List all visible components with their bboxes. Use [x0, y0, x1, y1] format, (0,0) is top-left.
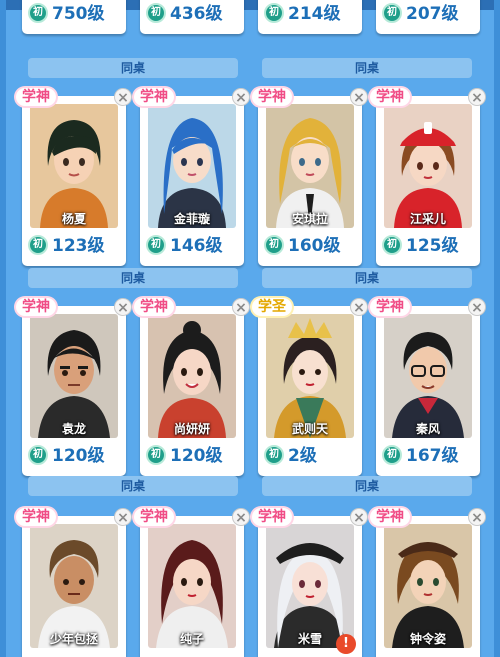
- stage-icon: 初: [146, 235, 166, 255]
- rank-badge: 学神: [16, 508, 56, 526]
- rank-badge: 学神: [252, 508, 292, 526]
- stage-icon: 初: [28, 235, 48, 255]
- close-icon[interactable]: ×: [350, 508, 368, 526]
- close-icon[interactable]: ×: [350, 298, 368, 316]
- level-text: 160级: [288, 236, 341, 256]
- deskmate-bar[interactable]: 同桌: [28, 268, 238, 288]
- character-name: 纯子: [179, 632, 204, 646]
- student-card[interactable]: 米雪 ! 学神 ×: [252, 508, 368, 657]
- close-icon[interactable]: ×: [114, 88, 132, 106]
- close-icon[interactable]: ×: [232, 508, 250, 526]
- student-card[interactable]: 初 207级: [376, 0, 480, 34]
- close-icon[interactable]: ×: [350, 88, 368, 106]
- deskmate-bar[interactable]: 同桌: [262, 268, 472, 288]
- student-card[interactable]: 秦风 初 167级 学神 ×: [370, 298, 486, 476]
- level-row: 初 167级: [376, 442, 480, 470]
- deskmate-bar[interactable]: 同桌: [262, 58, 472, 78]
- level-text: 120级: [170, 446, 223, 466]
- student-card[interactable]: 江采儿 初 125级 学神 ×: [370, 88, 486, 266]
- stage-icon: 初: [382, 445, 402, 465]
- deskmate-bar[interactable]: 同桌: [28, 476, 238, 496]
- close-icon[interactable]: ×: [114, 298, 132, 316]
- level-row: 初 214级: [258, 0, 362, 28]
- student-card[interactable]: 初 750级: [22, 0, 126, 34]
- character-name: 杨夏: [61, 212, 86, 226]
- level-row: 初 146级: [140, 232, 244, 260]
- character-name: 武则天: [291, 422, 328, 436]
- level-text: 214级: [288, 4, 341, 24]
- rank-badge: 学神: [370, 508, 410, 526]
- character-name: 金菲璇: [173, 212, 210, 226]
- level-text: 436级: [170, 4, 223, 24]
- stage-icon: 初: [382, 3, 402, 23]
- student-card[interactable]: 杨夏 初 123级 学神 ×: [16, 88, 132, 266]
- student-card[interactable]: 武则天 初 2级 学圣 ×: [252, 298, 368, 476]
- close-icon[interactable]: ×: [468, 508, 486, 526]
- character-name: 尚妍妍: [173, 422, 210, 436]
- student-card[interactable]: 金菲璇 初 146级 学神 ×: [134, 88, 250, 266]
- level-row: 初 125级: [376, 232, 480, 260]
- stage-icon: 初: [264, 3, 284, 23]
- student-card[interactable]: 少年包拯 学神 ×: [16, 508, 132, 657]
- level-row: 初 160级: [258, 232, 362, 260]
- close-icon[interactable]: ×: [114, 508, 132, 526]
- stage-icon: 初: [264, 235, 284, 255]
- level-text: 123级: [52, 236, 105, 256]
- deskmate-bar[interactable]: 同桌: [28, 58, 238, 78]
- character-name: 安琪拉: [291, 212, 328, 226]
- rank-badge: 学神: [370, 298, 410, 316]
- partner-roster-board: 初 750级 初 436级 初 214级 初 207级 同桌 同桌 杨夏 初 1…: [6, 0, 494, 657]
- character-name: 江采儿: [409, 212, 446, 226]
- alert-icon[interactable]: !: [336, 634, 356, 654]
- stage-icon: 初: [264, 445, 284, 465]
- student-card[interactable]: 初 214级: [258, 0, 362, 34]
- rank-badge: 学神: [134, 298, 174, 316]
- stage-icon: 初: [146, 445, 166, 465]
- level-text: 120级: [52, 446, 105, 466]
- close-icon[interactable]: ×: [468, 88, 486, 106]
- rank-badge: 学神: [370, 88, 410, 106]
- level-row: 初 123级: [22, 232, 126, 260]
- level-text: 207级: [406, 4, 459, 24]
- character-name: 少年包拯: [49, 632, 98, 646]
- character-name: 秦风: [415, 422, 440, 436]
- level-row: 初 2级: [258, 442, 362, 470]
- character-name: 袁龙: [61, 422, 86, 436]
- level-text: 750级: [52, 4, 105, 24]
- student-card[interactable]: 钟令姿 学神 ×: [370, 508, 486, 657]
- level-text: 146级: [170, 236, 223, 256]
- level-row: 初 750级: [22, 0, 126, 28]
- stage-icon: 初: [382, 235, 402, 255]
- level-row: 初 436级: [140, 0, 244, 28]
- student-card[interactable]: 袁龙 初 120级 学神 ×: [16, 298, 132, 476]
- rank-badge: 学神: [252, 88, 292, 106]
- rank-badge: 学神: [134, 508, 174, 526]
- student-card[interactable]: 安琪拉 初 160级 学神 ×: [252, 88, 368, 266]
- stage-icon: 初: [28, 445, 48, 465]
- rank-badge: 学圣: [252, 298, 292, 316]
- rank-badge: 学神: [16, 298, 56, 316]
- level-text: 125级: [406, 236, 459, 256]
- stage-icon: 初: [28, 3, 48, 23]
- character-name: 钟令姿: [409, 632, 446, 646]
- deskmate-bar[interactable]: 同桌: [262, 476, 472, 496]
- rank-badge: 学神: [16, 88, 56, 106]
- stage-icon: 初: [146, 3, 166, 23]
- student-card[interactable]: 尚妍妍 初 120级 学神 ×: [134, 298, 250, 476]
- level-row: 初 120级: [22, 442, 126, 470]
- student-card[interactable]: 初 436级: [140, 0, 244, 34]
- level-text: 167级: [406, 446, 459, 466]
- close-icon[interactable]: ×: [468, 298, 486, 316]
- rank-badge: 学神: [134, 88, 174, 106]
- level-text: 2级: [288, 446, 317, 466]
- student-card[interactable]: 纯子 学神 ×: [134, 508, 250, 657]
- level-row: 初 120级: [140, 442, 244, 470]
- level-row: 初 207级: [376, 0, 480, 28]
- close-icon[interactable]: ×: [232, 88, 250, 106]
- close-icon[interactable]: ×: [232, 298, 250, 316]
